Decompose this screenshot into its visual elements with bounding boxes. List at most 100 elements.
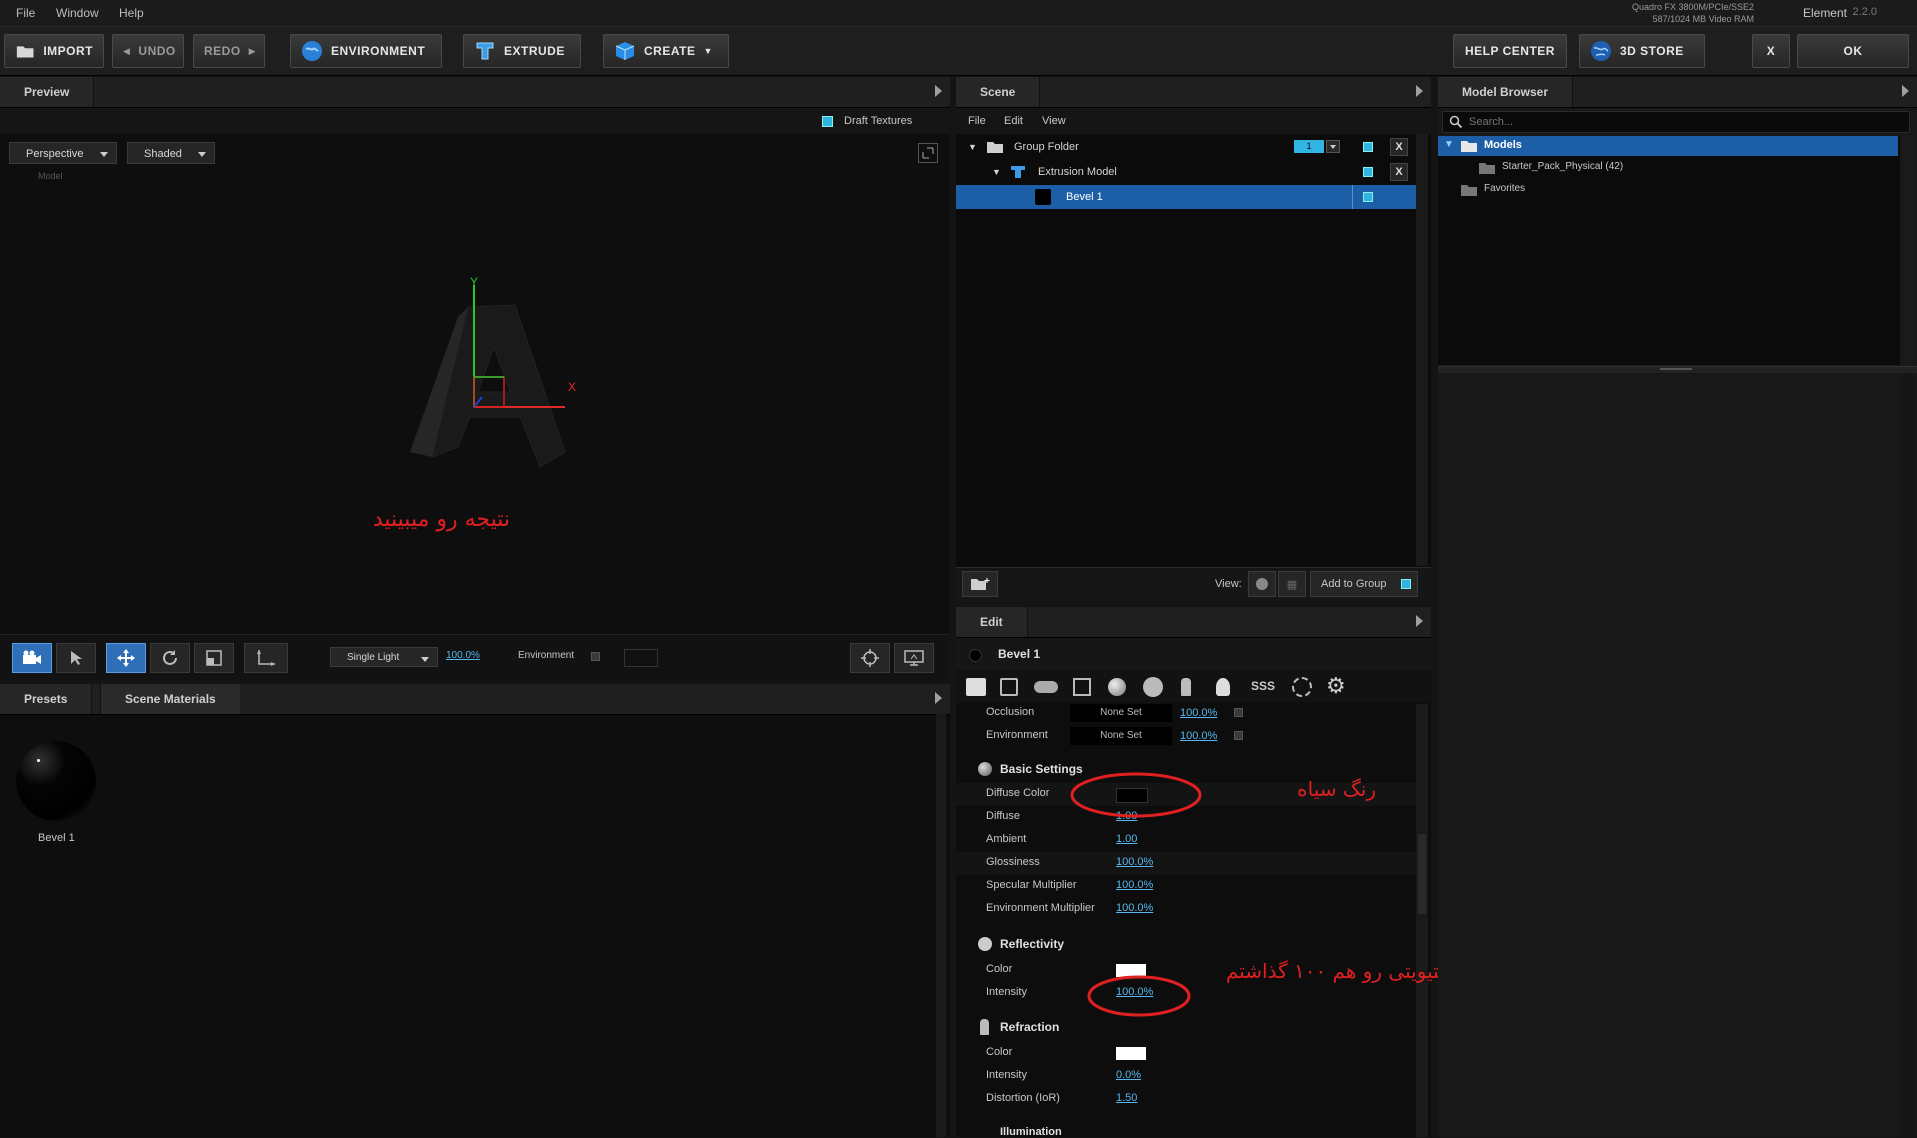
move-tool[interactable]	[106, 643, 146, 673]
panel-expand-icon[interactable]	[935, 692, 942, 704]
tab-presets[interactable]: Presets	[0, 684, 93, 714]
menu-help[interactable]: Help	[119, 6, 144, 20]
tab-refraction-icon[interactable]	[1181, 678, 1191, 696]
help-center-button[interactable]: HELP CENTER	[1453, 34, 1567, 68]
panel-expand-icon[interactable]	[1416, 615, 1423, 627]
occlusion-texture[interactable]: None Set	[1070, 704, 1172, 722]
tree-item-starter-pack[interactable]: Starter_Pack_Physical (42)	[1438, 158, 1898, 178]
tab-scene-materials[interactable]: Scene Materials	[100, 684, 240, 714]
chevron-down-icon[interactable]: ▼	[992, 160, 1001, 184]
axis-tool[interactable]	[244, 643, 288, 673]
search-input[interactable]	[1467, 113, 1901, 131]
tree-item-favorites[interactable]: Favorites	[1438, 180, 1898, 200]
menu-window[interactable]: Window	[56, 6, 99, 20]
tab-ambient-occlusion-icon[interactable]	[1292, 677, 1312, 697]
view-material-button[interactable]	[1248, 571, 1276, 597]
occlusion-checkbox[interactable]	[1234, 708, 1243, 717]
gear-icon[interactable]: ⚙	[1326, 673, 1346, 699]
tab-preview[interactable]: Preview	[0, 77, 95, 107]
tab-illumination-icon[interactable]	[1216, 678, 1230, 696]
new-folder-button[interactable]	[962, 571, 998, 597]
3d-store-button[interactable]: 3D STORE	[1579, 34, 1705, 68]
specular-multiplier-value[interactable]: 100.0%	[1116, 879, 1153, 891]
edit-scrollbar[interactable]	[1416, 704, 1428, 1137]
tab-model-browser[interactable]: Model Browser	[1438, 77, 1574, 107]
render-view-tool[interactable]	[894, 643, 934, 673]
environment-checkbox[interactable]	[591, 652, 600, 661]
add-to-group-button[interactable]: Add to Group	[1310, 571, 1418, 597]
tab-image-icon[interactable]	[1073, 678, 1091, 696]
refraction-distortion-value[interactable]: 1.50	[1116, 1092, 1137, 1104]
extrusion-visibility-checkbox[interactable]	[1363, 167, 1373, 177]
group-folder-badge[interactable]: 1	[1294, 140, 1324, 153]
bevel-visibility-checkbox[interactable]	[1363, 192, 1373, 202]
environment-texture-percent[interactable]: 100.0%	[1180, 730, 1217, 742]
environment-button[interactable]: ENVIRONMENT	[290, 34, 442, 68]
close-button[interactable]: X	[1752, 34, 1790, 68]
redo-button[interactable]: REDO ▶	[193, 34, 265, 68]
tab-bevel-icon[interactable]	[1034, 681, 1058, 693]
camera-tool[interactable]	[12, 643, 52, 673]
occlusion-percent[interactable]: 100.0%	[1180, 707, 1217, 719]
badge-dropdown[interactable]	[1326, 140, 1340, 153]
tree-item-group-folder[interactable]: ▼ Group Folder 1	[956, 135, 1416, 159]
extrude-button[interactable]: EXTRUDE	[463, 34, 581, 68]
tree-item-bevel-1[interactable]: Bevel 1	[956, 185, 1416, 209]
panel-expand-icon[interactable]	[1416, 85, 1423, 97]
undo-button[interactable]: ◀ UNDO	[112, 34, 184, 68]
target-tool[interactable]	[850, 643, 890, 673]
environment-multiplier-value[interactable]: 100.0%	[1116, 902, 1153, 914]
tab-reflection-icon[interactable]	[1143, 677, 1163, 697]
tab-texture-icon[interactable]	[1000, 678, 1018, 696]
material-thumbnail[interactable]	[16, 741, 96, 821]
scene-scrollbar[interactable]	[1416, 134, 1428, 566]
tab-scene[interactable]: Scene	[956, 77, 1041, 107]
basic-settings-icon	[978, 762, 992, 776]
create-button[interactable]: CREATE ▼	[603, 34, 729, 68]
scale-tool[interactable]	[194, 643, 234, 673]
chevron-down-icon[interactable]: ▼	[1444, 139, 1454, 150]
scene-menu-edit[interactable]: Edit	[1004, 115, 1023, 127]
extrusion-remove-button[interactable]: X	[1390, 163, 1408, 181]
tab-material-editor-icon[interactable]	[966, 678, 986, 696]
glossiness-value[interactable]: 100.0%	[1116, 856, 1153, 868]
draft-textures-checkbox[interactable]	[822, 116, 833, 127]
perspective-dropdown[interactable]: Perspective	[9, 142, 117, 164]
scene-menu-view[interactable]: View	[1042, 115, 1066, 127]
model-tree-scrollbar[interactable]	[1902, 136, 1914, 365]
light-dropdown[interactable]: Single Light	[330, 647, 438, 667]
select-tool[interactable]	[56, 643, 96, 673]
light-intensity[interactable]: 100.0%	[446, 650, 480, 661]
environment-texture[interactable]: None Set	[1070, 727, 1172, 745]
help-center-label: HELP CENTER	[1465, 44, 1555, 58]
add-to-group-checkbox[interactable]	[1401, 579, 1411, 589]
rotate-tool[interactable]	[150, 643, 190, 673]
group-remove-button[interactable]: X	[1390, 138, 1408, 156]
tab-edit[interactable]: Edit	[956, 607, 1028, 637]
tree-item-models[interactable]: ▼ Models	[1438, 136, 1898, 156]
tab-sphere-icon[interactable]	[1108, 678, 1126, 696]
ambient-value[interactable]: 1.00	[1116, 833, 1137, 845]
viewport-model[interactable]	[370, 277, 590, 477]
panel-expand-icon[interactable]	[1902, 85, 1909, 97]
presets-scrollbar[interactable]	[936, 714, 946, 1137]
view-grid-button[interactable]: ▦	[1278, 571, 1306, 597]
chevron-down-icon[interactable]: ▼	[968, 135, 977, 159]
search-box[interactable]	[1442, 111, 1910, 133]
refraction-color-swatch[interactable]	[1116, 1047, 1146, 1060]
menu-file[interactable]: File	[16, 6, 35, 20]
panel-expand-icon[interactable]	[935, 85, 942, 97]
refraction-intensity-value[interactable]: 0.0%	[1116, 1069, 1141, 1081]
edit-scroll-thumb[interactable]	[1418, 834, 1426, 914]
maximize-icon[interactable]	[918, 143, 938, 163]
model-thumbnails-scrollbar[interactable]	[1902, 373, 1914, 1137]
scene-menu-file[interactable]: File	[968, 115, 986, 127]
tree-item-extrusion-model[interactable]: ▼ Extrusion Model	[956, 160, 1416, 184]
environment-texture-checkbox[interactable]	[1234, 731, 1243, 740]
group-visibility-checkbox[interactable]	[1363, 142, 1373, 152]
tab-sss-icon[interactable]: SSS	[1251, 679, 1275, 693]
shading-dropdown[interactable]: Shaded	[127, 142, 215, 164]
ok-button[interactable]: OK	[1797, 34, 1909, 68]
environment-swatch[interactable]	[624, 649, 658, 667]
import-button[interactable]: IMPORT	[4, 34, 104, 68]
